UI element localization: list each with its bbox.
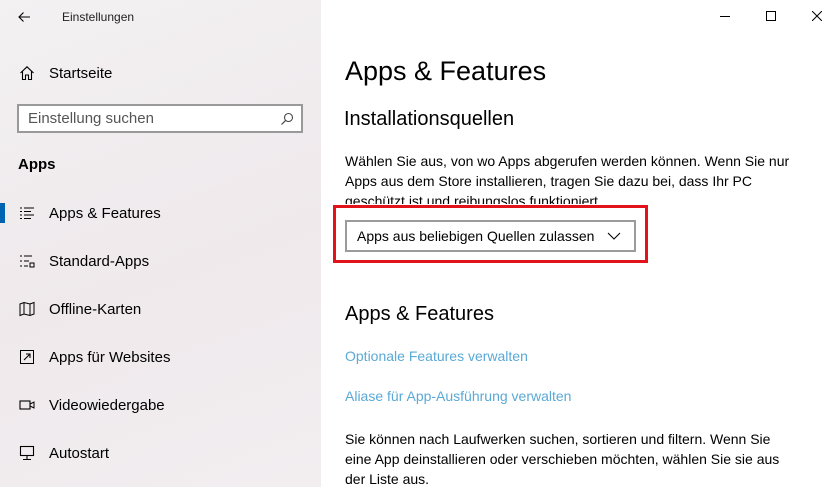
sidebar-item-label: Videowiedergabe [49, 396, 165, 414]
app-execution-aliases-link[interactable]: Aliase für App-Ausführung verwalten [345, 388, 571, 404]
sidebar: Einstellungen Startseite Einstellung suc… [0, 0, 321, 487]
sidebar-item-label: Offline-Karten [49, 300, 142, 318]
sidebar-item-apps-features[interactable]: Apps & Features [0, 189, 321, 237]
apps-features-icon [17, 203, 37, 223]
default-apps-icon [17, 251, 37, 271]
sidebar-item-autostart[interactable]: Autostart [0, 429, 321, 477]
install-sources-description: Wählen Sie aus, von wo Apps abgerufen we… [345, 153, 790, 204]
sidebar-item-label: Autostart [49, 444, 110, 462]
back-arrow-icon [18, 12, 30, 22]
window-title: Einstellungen [62, 10, 135, 24]
home-icon [17, 63, 37, 83]
sidebar-item-default-apps[interactable]: Standard-Apps [0, 237, 321, 285]
sidebar-item-offline-maps[interactable]: Offline-Karten [0, 285, 321, 333]
startup-icon [17, 443, 37, 463]
install-sources-heading: Installationsquellen [344, 108, 515, 130]
sidebar-nav: Apps & Features Standard-Apps Offline-Ka… [0, 189, 321, 477]
title-bar: Einstellungen [0, 0, 321, 34]
sidebar-item-label: Apps & Features [49, 204, 161, 222]
sidebar-item-video[interactable]: Videowiedergabe [0, 381, 321, 429]
settings-search-input[interactable]: Einstellung suchen [17, 104, 303, 133]
back-button[interactable] [0, 0, 48, 34]
page-title: Apps & Features [345, 56, 547, 86]
apps-features-heading: Apps & Features [345, 303, 494, 325]
main-content: Apps & Features Installationsquellen Wäh… [321, 0, 840, 487]
sidebar-item-apps-websites[interactable]: Apps für Websites [0, 333, 321, 381]
apps-list-description: Sie können nach Laufwerken suchen, sorti… [345, 431, 780, 487]
video-icon [17, 395, 37, 415]
apps-websites-icon [17, 347, 37, 367]
manage-optional-features-link[interactable]: Optionale Features verwalten [345, 348, 528, 364]
sidebar-item-label: Startseite [49, 64, 113, 82]
search-icon[interactable] [273, 106, 301, 131]
sidebar-item-label: Standard-Apps [49, 252, 150, 270]
red-highlight-frame [333, 205, 648, 263]
sidebar-item-label: Apps für Websites [49, 348, 171, 366]
map-icon [17, 299, 37, 319]
sidebar-section-title: Apps [18, 156, 56, 173]
search-placeholder: Einstellung suchen [28, 110, 154, 127]
sidebar-item-home[interactable]: Startseite [0, 56, 321, 90]
